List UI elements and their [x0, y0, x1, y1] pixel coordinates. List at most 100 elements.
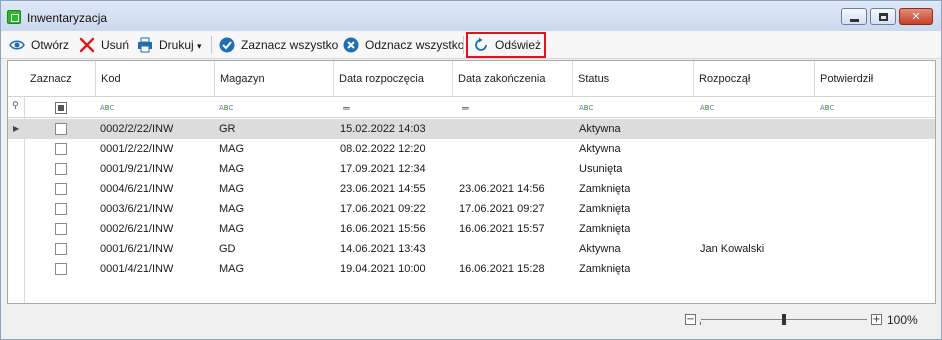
filter-pin-icon: ⚲ — [12, 101, 19, 111]
chevron-down-icon: ▾ — [197, 42, 202, 52]
current-row-arrow-icon: ▶ — [13, 124, 20, 133]
deselect-all-label: Odznacz wszystko — [365, 38, 465, 52]
column-header-rozpoczal[interactable]: Rozpoczął — [694, 61, 815, 97]
cell-magazyn: GD — [219, 243, 236, 255]
x-circle-icon — [343, 37, 359, 53]
toolbar: Otwórz Usuń Drukuj ▾ Zaznacz wszystko Od… — [1, 31, 941, 59]
cell-data-rozpoczecia: 14.06.2021 13:43 — [340, 243, 426, 255]
date-filter-icon[interactable]: ═ — [462, 102, 469, 115]
maximize-button[interactable] — [870, 8, 896, 25]
cell-data-zakonczenia: 23.06.2021 14:56 — [459, 183, 545, 195]
select-all-label: Zaznacz wszystko — [241, 38, 339, 52]
cell-data-zakonczenia: 17.06.2021 09:27 — [459, 203, 545, 215]
column-header-data-zakonczenia[interactable]: Data zakończenia — [453, 61, 573, 97]
cell-magazyn: MAG — [219, 163, 245, 175]
text-filter-icon[interactable]: ABC — [820, 104, 834, 112]
text-filter-icon[interactable]: ABC — [579, 104, 593, 112]
close-button[interactable]: ✕ — [899, 8, 933, 25]
row-checkbox[interactable] — [55, 263, 67, 275]
row-checkbox[interactable] — [55, 183, 67, 195]
column-header-status[interactable]: Status — [573, 61, 694, 97]
cell-kod: 0002/2/22/INW — [100, 123, 174, 135]
table-row[interactable]: 0003/6/21/INW MAG 17.06.2021 09:22 17.06.20… — [8, 199, 935, 219]
zoom-tick — [700, 322, 701, 325]
deselect-all-button[interactable]: Odznacz wszystko — [341, 34, 464, 56]
table-row[interactable]: 0002/6/21/INW MAG 16.06.2021 15:56 16.06.20… — [8, 219, 935, 239]
table-row[interactable]: 0001/6/21/INW GD 14.06.2021 13:43 Aktywna Ja… — [8, 239, 935, 259]
zoom-level: 100% — [887, 313, 918, 327]
cell-magazyn: GR — [219, 123, 236, 135]
printer-icon — [138, 37, 152, 53]
cell-data-zakonczenia: 16.06.2021 15:57 — [459, 223, 545, 235]
cell-kod: 0001/6/21/INW — [100, 243, 174, 255]
cell-status: Aktywna — [579, 123, 621, 135]
row-checkbox[interactable] — [55, 223, 67, 235]
row-checkbox[interactable] — [55, 123, 67, 135]
cell-kod: 0001/4/21/INW — [100, 263, 174, 275]
cell-kod: 0004/6/21/INW — [100, 183, 174, 195]
text-filter-icon[interactable]: ABC — [700, 104, 714, 112]
row-checkbox[interactable] — [55, 143, 67, 155]
check-circle-icon — [219, 37, 235, 53]
cell-magazyn: MAG — [219, 183, 245, 195]
zoom-slider-thumb[interactable] — [782, 314, 786, 325]
column-header-kod[interactable]: Kod — [96, 61, 215, 97]
filter-row: ⚲ ABC ABC ═ ═ ABC ABC ABC — [8, 98, 935, 118]
cell-data-rozpoczecia: 17.09.2021 12:34 — [340, 163, 426, 175]
row-checkbox[interactable] — [55, 203, 67, 215]
cell-status: Aktywna — [579, 243, 621, 255]
zoom-in-button[interactable]: + — [871, 314, 882, 325]
refresh-label: Odśwież — [495, 38, 542, 52]
cell-magazyn: MAG — [219, 203, 245, 215]
row-checkbox[interactable] — [55, 163, 67, 175]
delete-button[interactable]: Usuń — [77, 34, 129, 56]
column-header-potwierdzil[interactable]: Potwierdził — [815, 61, 935, 97]
table-row[interactable]: 0001/9/21/INW MAG 17.09.2021 12:34 Usunięta — [8, 159, 935, 179]
cell-status: Usunięta — [579, 163, 623, 175]
column-header-data-rozpoczecia[interactable]: Data rozpoczęcia — [334, 61, 453, 97]
grid-header: Zaznacz Kod Magazyn Data rozpoczęcia Dat… — [8, 61, 935, 97]
table-row[interactable]: 0001/2/22/INW MAG 08.02.2022 12:20 Aktywna — [8, 139, 935, 159]
cell-status: Zamknięta — [579, 223, 631, 235]
cell-data-zakonczenia: 16.06.2021 15:28 — [459, 263, 545, 275]
select-all-button[interactable]: Zaznacz wszystko — [217, 34, 338, 56]
cell-status: Zamknięta — [579, 263, 631, 275]
cell-data-rozpoczecia: 16.06.2021 15:56 — [340, 223, 426, 235]
minimize-button[interactable] — [841, 8, 867, 25]
table-row[interactable]: 0004/6/21/INW MAG 23.06.2021 14:55 23.06.20… — [8, 179, 935, 199]
text-filter-icon[interactable]: ABC — [100, 104, 114, 112]
table-row[interactable]: ▶ 0002/2/22/INW GR 15.02.2022 14:03 Aktywna — [8, 119, 935, 139]
open-button[interactable]: Otwórz — [7, 34, 69, 56]
cell-status: Zamknięta — [579, 203, 631, 215]
cell-data-rozpoczecia: 15.02.2022 14:03 — [340, 123, 426, 135]
refresh-icon — [475, 37, 487, 51]
maximize-icon — [879, 13, 888, 21]
cell-magazyn: MAG — [219, 263, 245, 275]
cell-kod: 0001/2/22/INW — [100, 143, 174, 155]
column-header-magazyn[interactable]: Magazyn — [215, 61, 334, 97]
title-bar: Inwentaryzacja ✕ — [1, 1, 941, 31]
toolbar-separator — [211, 36, 212, 54]
cell-status: Zamknięta — [579, 183, 631, 195]
cell-magazyn: MAG — [219, 223, 245, 235]
date-filter-icon[interactable]: ═ — [343, 102, 350, 115]
zoom-out-button[interactable]: − — [685, 314, 696, 325]
window-title: Inwentaryzacja — [27, 11, 108, 25]
select-all-checkbox[interactable] — [55, 102, 67, 114]
refresh-button[interactable]: Odśwież — [471, 34, 541, 56]
table-row[interactable]: 0001/4/21/INW MAG 19.04.2021 10:00 16.06.20… — [8, 259, 935, 279]
text-filter-icon[interactable]: ABC — [219, 104, 233, 112]
cell-kod: 0001/9/21/INW — [100, 163, 174, 175]
cell-kod: 0003/6/21/INW — [100, 203, 174, 215]
cell-data-rozpoczecia: 08.02.2022 12:20 — [340, 143, 426, 155]
cell-magazyn: MAG — [219, 143, 245, 155]
cell-data-rozpoczecia: 17.06.2021 09:22 — [340, 203, 426, 215]
cell-rozpoczal: Jan Kowalski — [700, 243, 765, 255]
column-header-zaznacz[interactable]: Zaznacz — [25, 61, 96, 97]
cell-data-rozpoczecia: 23.06.2021 14:55 — [340, 183, 426, 195]
row-checkbox[interactable] — [55, 243, 67, 255]
print-button[interactable]: Drukuj ▾ — [135, 34, 202, 56]
cell-status: Aktywna — [579, 143, 621, 155]
toolbar-separator — [463, 36, 464, 54]
delete-label: Usuń — [101, 38, 130, 52]
